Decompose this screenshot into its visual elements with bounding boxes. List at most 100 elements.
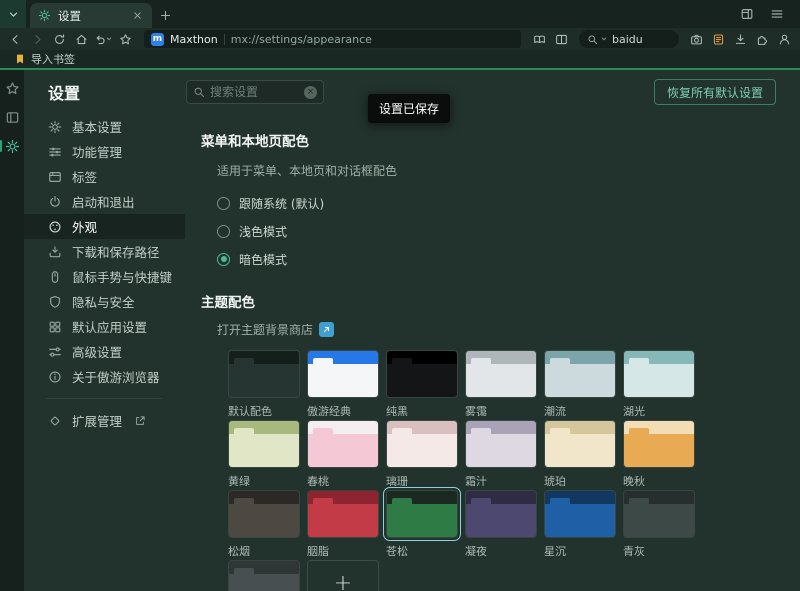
sidebar-item-3[interactable]: 启动和退出 xyxy=(24,189,185,214)
address-bar[interactable]: m Maxthon mx://settings/appearance xyxy=(144,30,521,48)
theme-swatch-4[interactable] xyxy=(544,350,616,398)
layout-icon xyxy=(740,7,754,21)
reader-mode-button[interactable] xyxy=(529,29,550,49)
favorites-button[interactable] xyxy=(115,29,136,49)
sidebar-item-8[interactable]: 默认应用设置 xyxy=(24,314,185,339)
radio-label: 跟随系统 (默认) xyxy=(239,195,324,212)
screenshot-button[interactable] xyxy=(686,29,707,49)
caret-down-icon xyxy=(105,35,113,43)
theme-swatch-6[interactable] xyxy=(228,420,300,468)
refresh-button[interactable] xyxy=(49,29,70,49)
color-mode-options: 跟随系统 (默认) 浅色模式暗色模式 xyxy=(217,189,800,273)
theme-swatch-15[interactable] xyxy=(465,490,537,538)
theme-name: 湖光 xyxy=(623,403,695,416)
theme-swatch-12[interactable] xyxy=(228,490,300,538)
theme-store-link[interactable]: 打开主题背景商店 xyxy=(217,321,800,338)
forward-button[interactable] xyxy=(27,29,48,49)
theme-name: 傲游经典 xyxy=(307,403,379,416)
radio-label: 浅色模式 xyxy=(239,223,287,240)
theme-swatch-0[interactable] xyxy=(228,350,300,398)
sidebar-item-label: 启动和退出 xyxy=(72,192,135,211)
quick-access-button[interactable] xyxy=(0,0,26,28)
theme-swatch-11[interactable] xyxy=(623,420,695,468)
puzzle-icon xyxy=(756,33,769,46)
theme-grid: 默认配色傲游经典纯黑雾霭潮流湖光黄绿春桃璃珊霜汁琥珀晚秋松烟胭脂苍松凝夜星沉青灰… xyxy=(228,350,800,591)
sidebar-item-label: 标签 xyxy=(72,167,97,186)
theme-swatch-2[interactable] xyxy=(386,350,458,398)
color-mode-option-0[interactable]: 跟随系统 (默认) xyxy=(217,189,800,217)
info-icon xyxy=(48,370,62,384)
theme-swatch-13[interactable] xyxy=(307,490,379,538)
back-button[interactable] xyxy=(5,29,26,49)
sidebar-item-10[interactable]: 关于傲游浏览器 xyxy=(24,364,185,389)
color-section-desc: 适用于菜单、本地页和对话框配色 xyxy=(217,162,800,179)
sidebar-item-9[interactable]: 高级设置 xyxy=(24,339,185,364)
star-icon xyxy=(119,33,132,46)
quick-search-box[interactable]: baidu xyxy=(579,30,679,48)
settings-search-input[interactable] xyxy=(210,85,299,99)
tab-close-button[interactable] xyxy=(130,9,144,23)
theme-store-label: 打开主题背景商店 xyxy=(217,321,313,338)
theme-swatch-14[interactable] xyxy=(386,490,458,538)
back-icon xyxy=(9,33,22,46)
bookmark-icon xyxy=(14,53,26,65)
theme-swatch-1[interactable] xyxy=(307,350,379,398)
side-rail xyxy=(0,70,24,591)
rail-panels-button[interactable] xyxy=(4,109,20,125)
gear-icon xyxy=(38,9,51,22)
theme-swatch-9[interactable] xyxy=(465,420,537,468)
sidebar-item-5[interactable]: 下载和保存路径 xyxy=(24,239,185,264)
menu-divider xyxy=(46,398,163,399)
sidebar-item-label: 隐私与安全 xyxy=(72,292,135,311)
sidebar-item-2[interactable]: 标签 xyxy=(24,164,185,189)
settings-menu: 基本设置功能管理标签启动和退出外观下载和保存路径鼠标手势与快捷键隐私与安全默认应… xyxy=(24,114,185,591)
profile-button[interactable] xyxy=(774,29,795,49)
undo-closed-tab-button[interactable] xyxy=(93,29,114,49)
home-button[interactable] xyxy=(71,29,92,49)
theme-swatch-5[interactable] xyxy=(623,350,695,398)
menu-icon xyxy=(770,7,784,21)
radio-label: 暗色模式 xyxy=(239,251,287,268)
tune-icon xyxy=(48,345,62,359)
radio-icon xyxy=(217,197,230,210)
camera-icon xyxy=(690,33,703,46)
import-bookmarks-label: 导入书签 xyxy=(31,51,75,67)
theme-swatch-8[interactable] xyxy=(386,420,458,468)
settings-content: 菜单和本地页配色 适用于菜单、本地页和对话框配色 跟随系统 (默认)浅色模式暗色… xyxy=(185,114,800,591)
maxnote-button[interactable] xyxy=(708,29,729,49)
main-menu-button[interactable] xyxy=(762,0,792,28)
theme-name: 黄绿 xyxy=(228,473,300,486)
sidebar-item-7[interactable]: 隐私与安全 xyxy=(24,289,185,314)
mouse-icon xyxy=(48,270,62,284)
clear-search-icon[interactable]: × xyxy=(304,86,317,99)
split-screen-button[interactable] xyxy=(551,29,572,49)
theme-swatch-16[interactable] xyxy=(544,490,616,538)
theme-swatch-18[interactable] xyxy=(228,560,300,591)
rail-settings-button[interactable] xyxy=(4,138,20,154)
color-mode-option-2[interactable]: 暗色模式 xyxy=(217,245,800,273)
search-icon xyxy=(587,34,598,45)
new-tab-button[interactable] xyxy=(152,3,178,28)
import-bookmarks-button[interactable]: 导入书签 xyxy=(8,51,81,67)
sidebar-item-6[interactable]: 鼠标手势与快捷键 xyxy=(24,264,185,289)
window-layout-button[interactable] xyxy=(732,0,762,28)
sidebar-item-0[interactable]: 基本设置 xyxy=(24,114,185,139)
color-mode-option-1[interactable]: 浅色模式 xyxy=(217,217,800,245)
plus-icon: + xyxy=(334,573,352,591)
theme-swatch-17[interactable] xyxy=(623,490,695,538)
rail-favorites-button[interactable] xyxy=(4,80,20,96)
caret-down-icon xyxy=(600,35,608,43)
add-theme-button[interactable]: + xyxy=(307,560,379,591)
sidebar-item-4[interactable]: 外观 xyxy=(24,214,185,239)
theme-swatch-7[interactable] xyxy=(307,420,379,468)
theme-swatch-3[interactable] xyxy=(465,350,537,398)
sidebar-item-1[interactable]: 功能管理 xyxy=(24,139,185,164)
settings-search-box[interactable]: × xyxy=(186,80,324,104)
extensions-button[interactable] xyxy=(752,29,773,49)
sidebar-item-extensions[interactable]: 扩展管理 xyxy=(24,408,185,433)
theme-swatch-10[interactable] xyxy=(544,420,616,468)
downloads-button[interactable] xyxy=(730,29,751,49)
theme-name: 默认配色 xyxy=(228,403,300,416)
browser-tab-settings[interactable]: 设置 xyxy=(30,3,152,28)
restore-defaults-button[interactable]: 恢复所有默认设置 xyxy=(654,79,776,105)
